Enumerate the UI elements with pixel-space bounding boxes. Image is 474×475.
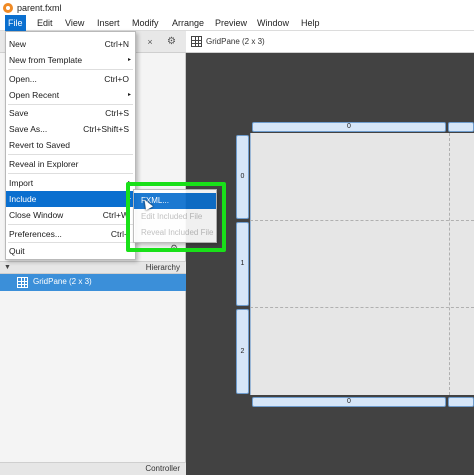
grid-row-divider [250, 220, 474, 221]
scene-builder-app-icon [3, 2, 13, 13]
close-icon[interactable]: × [145, 37, 155, 47]
hierarchy-label: Hierarchy [145, 263, 180, 272]
menu-item-quit[interactable]: Quit [6, 243, 135, 259]
menu-item-new-from-template[interactable]: New from Template ▸ [6, 52, 135, 68]
row-handle-2[interactable]: 2 [236, 309, 249, 394]
menu-item-import[interactable]: Import ▸ [6, 175, 135, 191]
column-handle-bottom-2[interactable] [448, 397, 474, 407]
column-handle-top[interactable]: 0 [252, 122, 446, 132]
menu-insert[interactable]: Insert [94, 15, 123, 31]
menu-preview[interactable]: Preview [212, 15, 250, 31]
column-handle-top-2[interactable] [448, 122, 474, 132]
menu-help[interactable]: Help [298, 15, 323, 31]
file-menu-dropdown: New Ctrl+N New from Template ▸ Open... C… [5, 31, 136, 260]
title-bar: parent.fxml [0, 0, 474, 15]
menu-separator [8, 154, 133, 155]
menu-window[interactable]: Window [254, 15, 292, 31]
menu-view[interactable]: View [62, 15, 87, 31]
grid-row-divider [250, 307, 474, 308]
submenu-arrow-icon: ▸ [127, 92, 131, 98]
menu-item-open-recent[interactable]: Open Recent ▸ [6, 87, 135, 103]
menu-item-close-window[interactable]: Close Window Ctrl+W [6, 207, 135, 223]
gear-icon[interactable]: ⚙ [167, 36, 176, 47]
annotation-highlight-box [126, 182, 226, 252]
menu-arrange[interactable]: Arrange [169, 15, 207, 31]
content-header: GridPane (2 x 3) [186, 31, 474, 53]
controller-label: Controller [145, 464, 180, 473]
submenu-arrow-icon: ▸ [127, 57, 131, 63]
content-title: GridPane (2 x 3) [206, 37, 265, 46]
window-title: parent.fxml [17, 2, 62, 13]
menu-bar: File Edit View Insert Modify Arrange Pre… [0, 15, 474, 31]
grid-column-divider [449, 133, 450, 395]
menu-separator [8, 69, 133, 70]
row-label: 0 [240, 173, 245, 180]
menu-item-open[interactable]: Open... Ctrl+O [6, 71, 135, 87]
menu-modify[interactable]: Modify [129, 15, 162, 31]
menu-item-preferences[interactable]: Preferences... Ctrl+ [6, 226, 135, 242]
menu-separator [8, 173, 133, 174]
column-handle-bottom[interactable]: 0 [252, 397, 446, 407]
row-label: 1 [240, 260, 245, 267]
collapse-triangle-icon[interactable]: ▼ [4, 264, 11, 271]
gridpane-icon [17, 277, 28, 288]
gridpane[interactable] [250, 133, 474, 395]
menu-item-reveal-in-explorer[interactable]: Reveal in Explorer [6, 156, 135, 172]
controller-header[interactable]: Controller [0, 462, 186, 475]
row-handle-1[interactable]: 1 [236, 222, 249, 306]
row-label: 2 [240, 347, 245, 355]
menu-file[interactable]: File [5, 15, 26, 31]
menu-item-save-as[interactable]: Save As... Ctrl+Shift+S [6, 121, 135, 137]
gridpane-icon [191, 36, 202, 47]
tree-item-label: GridPane (2 x 3) [33, 277, 92, 286]
menu-item-save[interactable]: Save Ctrl+S [6, 105, 135, 121]
hierarchy-header[interactable]: ▼ Hierarchy [0, 261, 186, 274]
tree-item-gridpane[interactable]: GridPane (2 x 3) [0, 274, 186, 291]
menu-item-revert-to-saved[interactable]: Revert to Saved [6, 137, 135, 153]
menu-item-include[interactable]: Include ▸ [6, 191, 135, 207]
row-handle-0[interactable]: 0 [236, 135, 249, 219]
menu-separator [8, 224, 133, 225]
menu-edit[interactable]: Edit [34, 15, 56, 31]
menu-item-new[interactable]: New Ctrl+N [6, 36, 135, 52]
